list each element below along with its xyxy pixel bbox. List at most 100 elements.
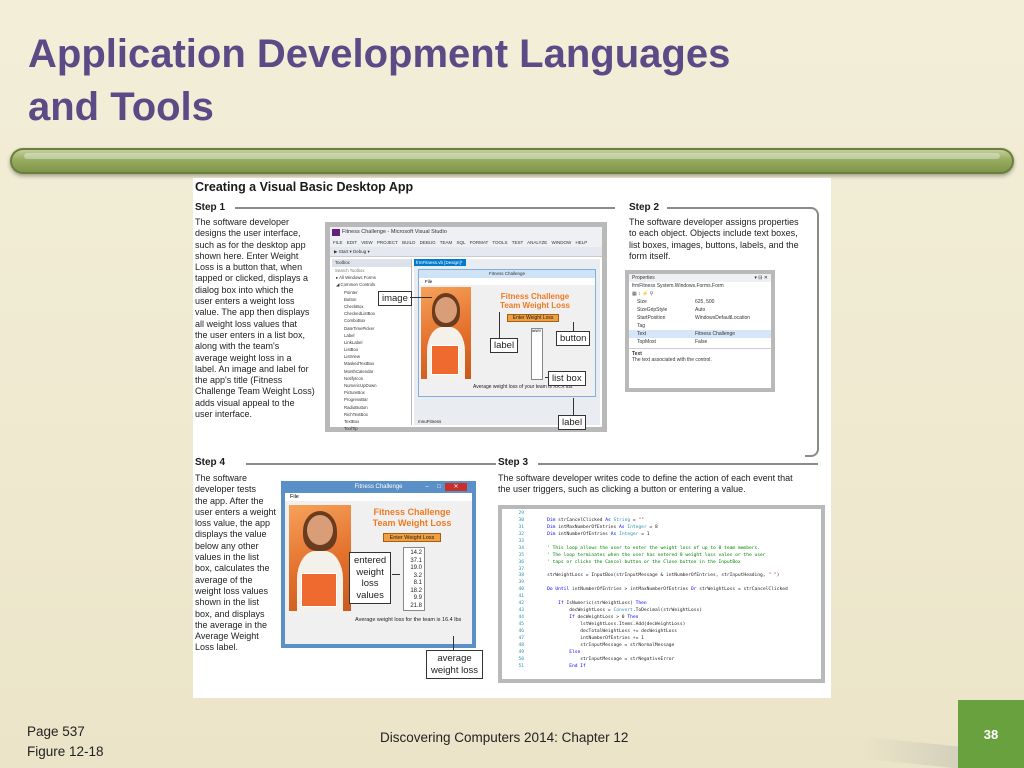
designer-app-title-2: Team Weight Loss bbox=[500, 301, 570, 310]
code-line[interactable]: 34 ' This loop allows the user to enter … bbox=[502, 546, 821, 553]
footer-page: Page 537 bbox=[27, 724, 85, 739]
designer-enter-weight-loss-button[interactable]: Enter Weight Loss bbox=[507, 314, 559, 322]
toolbox-item[interactable]: Label bbox=[332, 332, 411, 339]
toolbox-group[interactable]: ▸ All Windows Forms bbox=[332, 274, 411, 281]
code-line[interactable]: 44 If decWeightLoss > 0 Then bbox=[502, 615, 821, 622]
pin-close-icons[interactable]: ▾ ⊟ ✕ bbox=[754, 274, 768, 282]
step-4-line: developer tests bbox=[195, 484, 257, 495]
code-line[interactable]: 49 Else bbox=[502, 650, 821, 657]
vs-menubar[interactable]: FILE EDIT VIEW PROJECT BUILD DEBUG TEAM … bbox=[330, 238, 602, 247]
callout-average-weight-loss: average weight loss bbox=[426, 650, 483, 679]
property-row[interactable]: SizeGripStyle Auto bbox=[629, 306, 771, 314]
step-1-line: dialog box into which the bbox=[195, 284, 294, 295]
tab-form-design[interactable]: frmFitness.vb [Design]* bbox=[414, 259, 466, 266]
toolbox-item[interactable]: RadioButton bbox=[332, 404, 411, 411]
designer-form-menu[interactable]: File bbox=[419, 278, 595, 285]
toolbox-item[interactable]: LinkLabel bbox=[332, 339, 411, 346]
visual-studio-window: Fitness Challenge - Microsoft Visual Stu… bbox=[325, 222, 607, 432]
property-row[interactable]: Text Fitness Challenge bbox=[629, 330, 771, 338]
enter-weight-loss-button[interactable]: Enter Weight Loss bbox=[383, 533, 441, 542]
toolbox-search[interactable]: Search Toolbox bbox=[332, 267, 411, 274]
leader-label-bottom bbox=[573, 398, 574, 415]
list-value: 8.1 bbox=[413, 580, 422, 586]
close-button[interactable]: ✕ bbox=[445, 483, 467, 491]
toolbox-item[interactable]: TextBox bbox=[332, 418, 411, 425]
property-row[interactable]: Tag bbox=[629, 322, 771, 330]
code-line[interactable]: 29 bbox=[502, 511, 821, 518]
line-number: 35 bbox=[518, 552, 524, 558]
maximize-button[interactable]: □ bbox=[433, 483, 445, 491]
toolbox-item[interactable]: MaskedTextBox bbox=[332, 360, 411, 367]
toolbox-items: Pointer Button CheckBox CheckedListBox Combo… bbox=[332, 289, 411, 433]
slide-title-line-2: and Tools bbox=[28, 85, 214, 129]
code-line[interactable]: 47 intNumberOfEntries += 1 bbox=[502, 636, 821, 643]
toolbox-item[interactable]: ToolTip bbox=[332, 425, 411, 432]
running-app-picture bbox=[289, 505, 351, 611]
step-1-line: Loss is a button that, when bbox=[195, 262, 303, 273]
property-value[interactable]: WindowsDefaultLocation bbox=[695, 314, 750, 322]
code-line[interactable]: 35 ' The loop terminates when the user h… bbox=[502, 553, 821, 560]
decorative-swoosh bbox=[860, 736, 970, 768]
code-line[interactable]: 38 strWeightLoss = InputBox(strInputMess… bbox=[502, 573, 821, 580]
list-value: 37.1 bbox=[410, 557, 422, 564]
step-4-line: the app. After the bbox=[195, 495, 264, 506]
callout-line: entered bbox=[354, 555, 387, 566]
code-line[interactable]: 50 strInputMessage = strNegativeError bbox=[502, 657, 821, 664]
minimize-button[interactable]: – bbox=[421, 483, 433, 491]
toolbox-group[interactable]: ◢ Common Controls bbox=[332, 281, 411, 288]
code-editor[interactable]: 29 30 Dim strCancelClicked As String = ""… bbox=[502, 509, 821, 679]
toolbox-item[interactable]: ListView bbox=[332, 353, 411, 360]
callout-line: values bbox=[356, 589, 384, 601]
line-number: 51 bbox=[518, 663, 524, 669]
toolbox-item[interactable]: ProgressBar bbox=[332, 396, 411, 403]
designer-listbox[interactable]: lstWV bbox=[531, 328, 543, 380]
code-line[interactable]: 36 ' taps or clicks the Cancel button or… bbox=[502, 560, 821, 567]
toolbox-item[interactable]: RichTextBox bbox=[332, 411, 411, 418]
toolbox-item[interactable]: CheckedListBox bbox=[332, 310, 411, 317]
toolbox-item[interactable]: NumericUpDown bbox=[332, 382, 411, 389]
step-3-line: the user triggers, such as clicking a bu… bbox=[498, 484, 746, 495]
step-1-line: user enters a weight loss bbox=[195, 296, 295, 307]
code-line[interactable]: 31 Dim intMaxNumberOfEntries As Integer … bbox=[502, 525, 821, 532]
step-4-line: The software bbox=[195, 473, 248, 483]
properties-toolbar[interactable]: ▦ ↕ ⚡ ⚲ bbox=[629, 290, 771, 298]
leader-label-top bbox=[499, 312, 500, 338]
leader-entered-values bbox=[392, 574, 400, 575]
vs-toolbar[interactable]: ▶ Start ▾ Debug ▾ bbox=[330, 247, 602, 257]
property-row[interactable]: Size 625, 500 bbox=[629, 298, 771, 306]
list-value: 18.2 bbox=[410, 587, 422, 594]
toolbox-item[interactable]: NotifyIcon bbox=[332, 375, 411, 382]
code-line[interactable]: 46 decTotalWeightLoss += decWeightLoss bbox=[502, 629, 821, 636]
toolbox-item[interactable]: PictureBox bbox=[332, 389, 411, 396]
page-number: 38 bbox=[958, 700, 1024, 768]
toolbox-item[interactable]: DateTimePicker bbox=[332, 325, 411, 332]
avg-weight-loss-label: Average weight loss for the team is 16.4… bbox=[355, 617, 462, 623]
code-line[interactable]: 40 Do Until intNumberOfEntries > intMaxN… bbox=[502, 587, 821, 594]
code-line[interactable]: 51 End If bbox=[502, 664, 821, 671]
weight-loss-listbox[interactable]: 14.2 37.1 19.0 3.2 8.1 18.2 9.9 21.8 bbox=[403, 547, 425, 611]
footer-figure: Figure 12-18 bbox=[27, 744, 104, 759]
toolbox-item[interactable]: ListBox bbox=[332, 346, 411, 353]
step-1-line: the app's title (Fitness bbox=[195, 375, 283, 386]
property-row[interactable]: TopMost False bbox=[629, 338, 771, 346]
property-value[interactable]: 625, 500 bbox=[695, 298, 714, 306]
code-line[interactable]: 45 lstWeightLoss.Items.Add(decWeightLoss… bbox=[502, 622, 821, 629]
step-1-line: Challenge Team Weight Loss) bbox=[195, 386, 315, 397]
code-line[interactable]: 30 Dim strCancelClicked As String = "" bbox=[502, 518, 821, 525]
code-line[interactable]: 48 strInputMessage = strNormalMessage bbox=[502, 643, 821, 650]
property-value[interactable]: Auto bbox=[695, 306, 705, 314]
step-4-line: weight loss values bbox=[195, 585, 269, 596]
list-value: 3.2 bbox=[413, 572, 422, 579]
line-number: 50 bbox=[518, 656, 524, 662]
toolbox-item[interactable]: MonthCalendar bbox=[332, 368, 411, 375]
property-value[interactable]: Fitness Challenge bbox=[695, 330, 735, 338]
running-app-menu[interactable]: File bbox=[285, 493, 472, 501]
property-value[interactable]: False bbox=[695, 338, 707, 346]
code-line[interactable]: 32 Dim intNumberOfEntries As Integer = 1 bbox=[502, 532, 821, 539]
code-line[interactable]: 33 bbox=[502, 539, 821, 546]
step-4-line: below any other bbox=[195, 540, 259, 551]
toolbox-item[interactable]: ComboBox bbox=[332, 317, 411, 324]
step-1-line: adds visual appeal to the bbox=[195, 397, 295, 408]
vs-title: Fitness Challenge - Microsoft Visual Stu… bbox=[342, 229, 447, 235]
property-row[interactable]: StartPosition WindowsDefaultLocation bbox=[629, 314, 771, 322]
